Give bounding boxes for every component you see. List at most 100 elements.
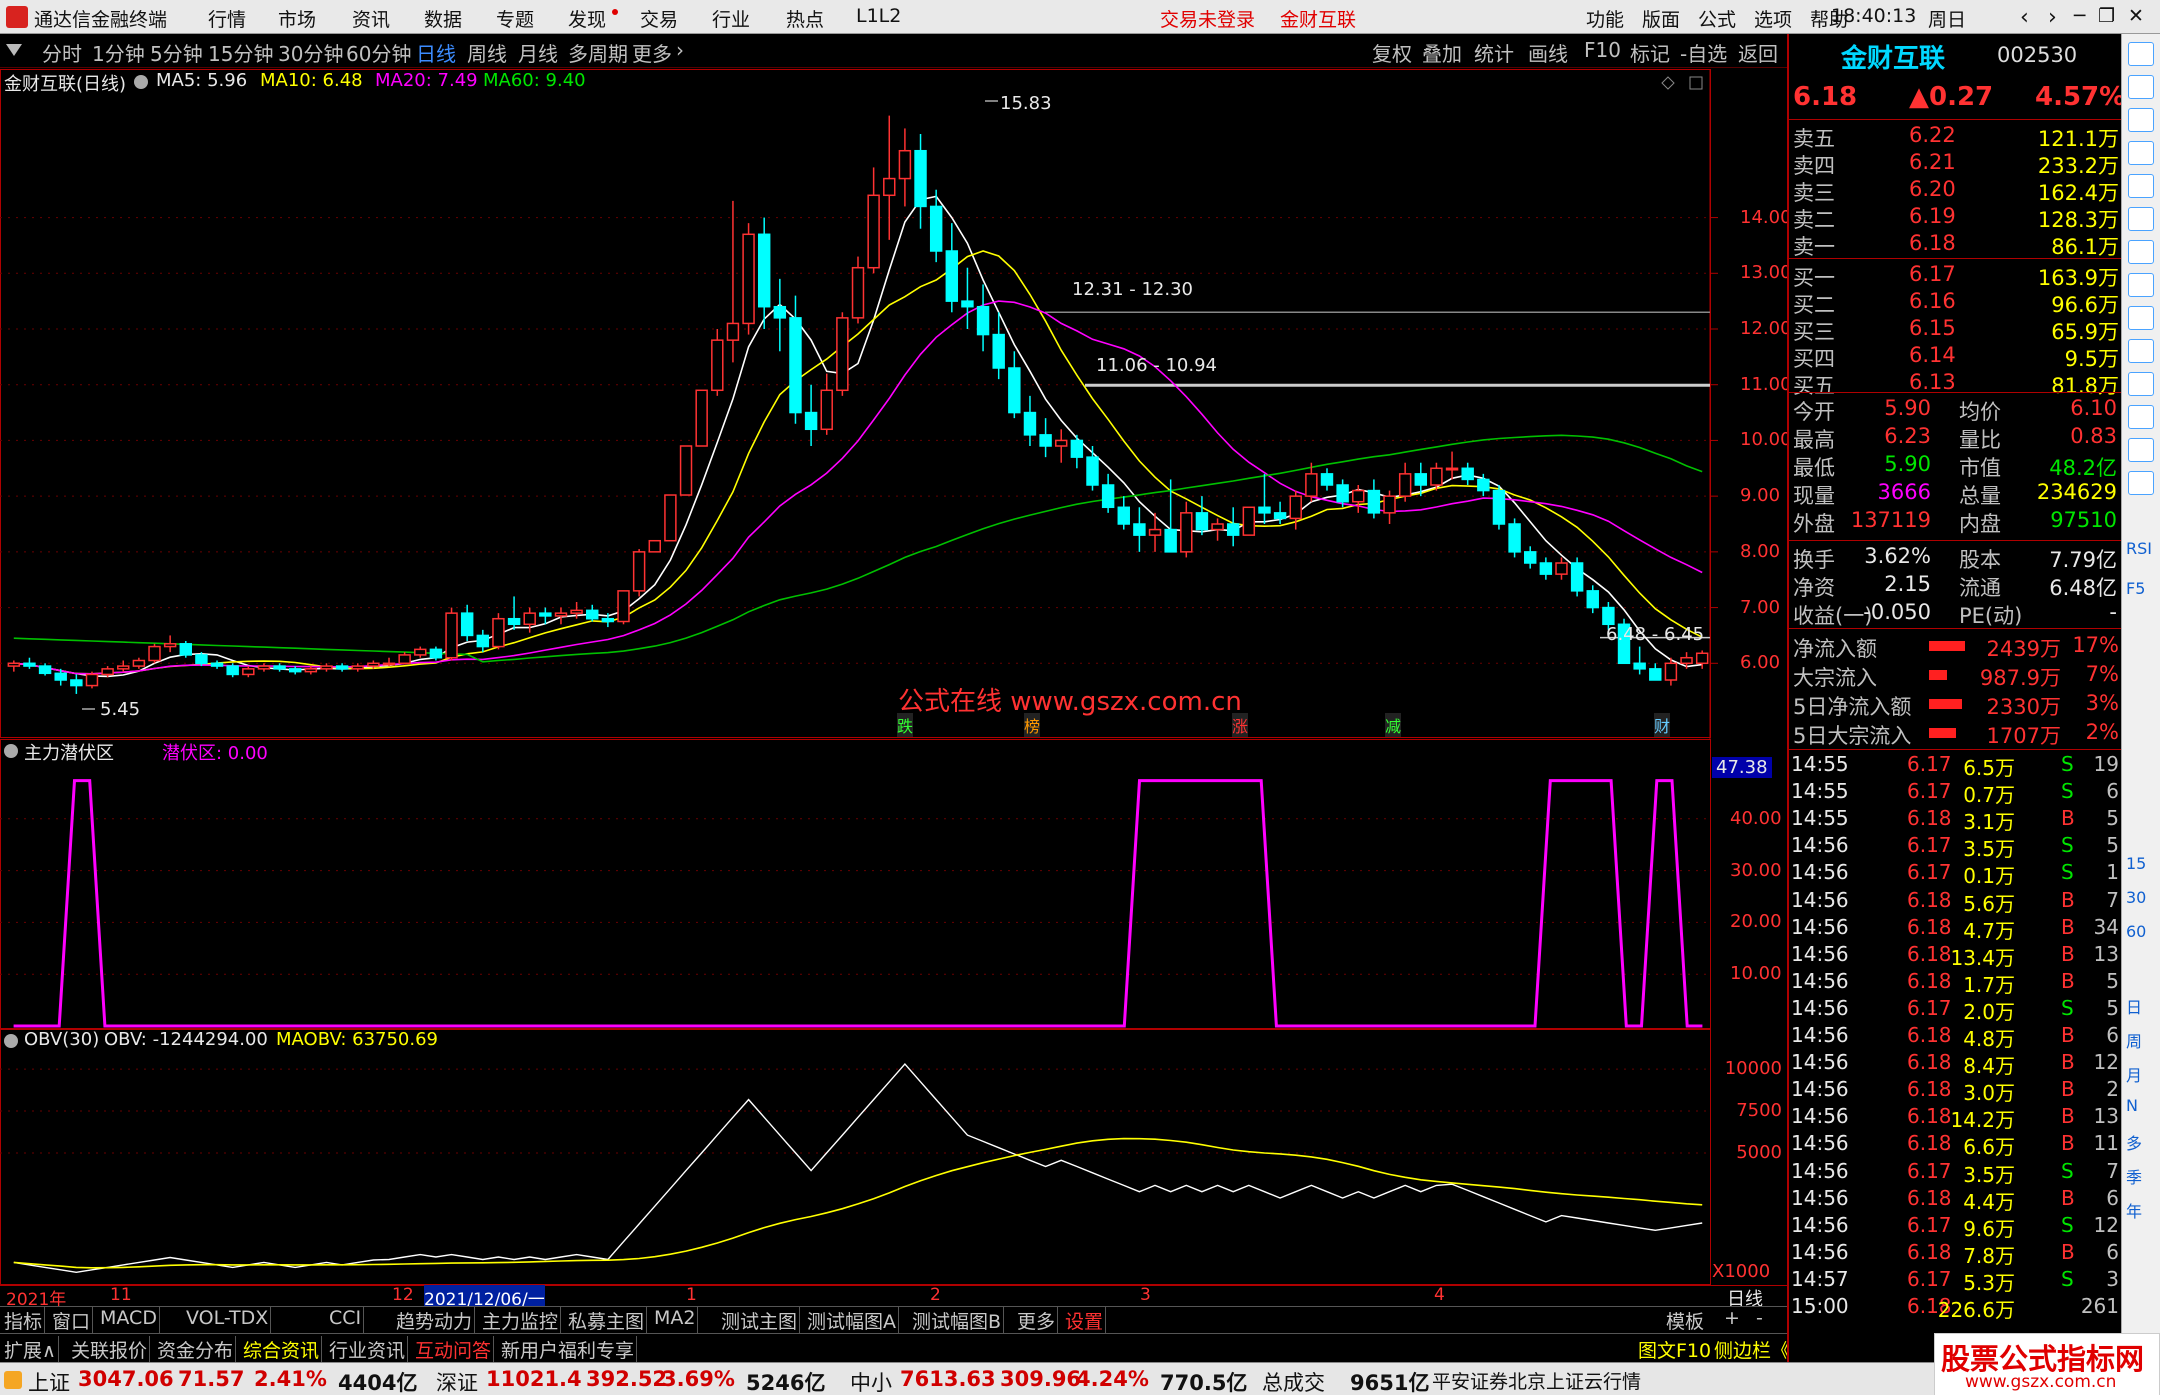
tool-3[interactable]: 画线 [1528,38,1568,67]
indicator-tab-0[interactable]: 指标 [2,1307,46,1333]
bid-row[interactable]: 买二 6.16 96.6万 [1789,288,2123,317]
ask-row[interactable]: 卖三 6.20 162.4万 [1789,176,2123,205]
candle[interactable] [1226,507,1240,547]
candle[interactable] [695,389,708,447]
indicator-tab-4[interactable]: CCI [327,1307,365,1333]
period-2[interactable]: 5分钟 [150,38,203,67]
list-icon[interactable] [2128,372,2154,396]
tool-6[interactable]: -自选 [1680,38,1727,67]
candle[interactable] [742,223,755,335]
candle[interactable] [1430,462,1443,491]
indicator-tab-8[interactable]: MA2 [652,1307,699,1333]
minimize-icon[interactable]: ─ [2074,5,2085,27]
event-marker[interactable]: 减 [1385,713,1402,737]
kline-icon[interactable] [2128,240,2154,264]
candle[interactable] [1461,462,1474,485]
fund-flow-row[interactable]: 5日大宗流入 1707万 2% [1789,719,2123,748]
indicator-tab-5[interactable]: 趋势动力 [394,1307,476,1333]
candle[interactable] [70,674,83,694]
menu-7[interactable]: 行业 [712,5,750,32]
candle[interactable] [226,663,239,678]
sidebar-label[interactable]: 日 [2126,994,2142,1018]
indicator-tab-2[interactable]: MACD [98,1307,160,1333]
stock-name-link[interactable]: 金财互联 [1280,5,1356,32]
candle[interactable] [148,643,161,664]
indicator-tab-12[interactable]: 更多 [1015,1307,1059,1333]
indicator-tab-10[interactable]: 测试幅图A [805,1307,899,1333]
trade-login-status[interactable]: 交易未登录 [1160,5,1255,32]
candle[interactable] [914,134,927,229]
candle[interactable] [867,167,880,274]
period-8[interactable]: 月线 [518,38,558,67]
candle[interactable] [632,549,646,597]
template-button-0[interactable]: 模板 [1664,1307,1706,1333]
period-5[interactable]: 60分钟 [346,38,411,67]
extension-tab-5[interactable]: 互动问答 [413,1336,495,1362]
maximize-icon[interactable] [1689,76,1703,90]
info-icon[interactable] [2128,141,2154,165]
candle[interactable] [507,596,521,630]
candle[interactable] [320,663,333,672]
tick-row[interactable]: 14:56 6.18 8.4万 B 12 [1789,1050,2123,1078]
candle[interactable] [1383,490,1396,524]
period-6[interactable]: 日线 [416,38,456,67]
ask-row[interactable]: 卖二 6.19 128.3万 [1789,203,2123,232]
tick-row[interactable]: 14:56 6.18 5.6万 B 7 [1789,888,2123,916]
settings-dot-icon[interactable] [134,75,148,89]
candle[interactable] [1070,434,1084,469]
ask-row[interactable]: 卖五 6.22 121.1万 [1789,122,2123,151]
candle[interactable] [804,384,818,446]
candle[interactable] [414,646,427,658]
index-quote[interactable]: 中小 7613.63 309.96 4.24% 770.5亿 [850,1363,1250,1395]
tool-7[interactable]: 返回 [1738,38,1778,67]
candle[interactable] [1649,663,1662,681]
bid-row[interactable]: 买三 6.15 65.9万 [1789,315,2123,344]
candle[interactable] [1242,506,1256,536]
candle[interactable] [945,223,959,313]
candle[interactable] [163,635,177,653]
forward-icon[interactable]: › [2048,5,2057,30]
tick-row[interactable]: 14:56 6.18 7.8万 B 6 [1789,1240,2123,1268]
candle[interactable] [648,539,661,553]
tool-2[interactable]: 统计 [1474,38,1514,67]
candle[interactable] [883,115,896,240]
tick-row[interactable]: 14:56 6.17 0.1万 S 1 [1789,860,2123,888]
indicator-tab-3[interactable]: VOL-TDX [184,1307,272,1333]
tick-row[interactable]: 14:56 6.18 6.6万 B 11 [1789,1131,2123,1159]
candle[interactable] [1320,468,1334,491]
f2-icon[interactable] [2128,438,2154,462]
tick-row[interactable]: 14:56 6.17 9.6万 S 12 [1789,1213,2123,1241]
tick-row[interactable]: 14:56 6.18 13.4万 B 13 [1789,942,2123,970]
indicator-tab-1[interactable]: 窗口 [50,1307,94,1333]
sidebar-label[interactable]: 年 [2126,1198,2142,1222]
tick-row[interactable]: 15:00 6.18 226.6万 261 [1789,1294,2123,1322]
ask-row[interactable]: 卖四 6.21 233.2万 [1789,149,2123,178]
candle[interactable] [398,652,411,665]
down-arrow-icon[interactable] [2128,108,2154,132]
candle[interactable] [23,657,36,669]
sidebar-label[interactable]: F5 [2126,579,2145,598]
period-7[interactable]: 周线 [467,38,507,67]
event-marker[interactable]: 榜 [1024,713,1041,737]
candle[interactable] [335,663,349,672]
candle[interactable] [1039,418,1052,458]
target-icon[interactable] [2128,471,2154,495]
panel-toggle-icon[interactable] [6,44,22,56]
extension-tab-2[interactable]: 资金分布 [155,1336,237,1362]
tick-row[interactable]: 14:57 6.17 5.3万 S 3 [1789,1267,2123,1295]
sidebar-label[interactable]: 月 [2126,1062,2142,1086]
candle[interactable] [7,660,21,672]
tick-row[interactable]: 14:56 6.18 3.0万 B 2 [1789,1077,2123,1105]
side-tab-1[interactable]: 侧边栏《 [1712,1336,1792,1362]
candle[interactable] [1555,557,1568,580]
candle[interactable] [820,373,833,435]
candle[interactable] [1523,546,1537,569]
settings-dot-icon[interactable] [4,1034,18,1048]
fund-flow-row[interactable]: 大宗流入 987.9万 7% [1789,661,2123,690]
candle[interactable] [257,663,271,672]
candle[interactable] [1633,646,1646,675]
chart-icon[interactable] [2128,207,2154,231]
candle[interactable] [773,278,787,352]
menu-9[interactable]: L1L2 [856,5,901,27]
candlestick-chart[interactable] [0,69,1787,739]
